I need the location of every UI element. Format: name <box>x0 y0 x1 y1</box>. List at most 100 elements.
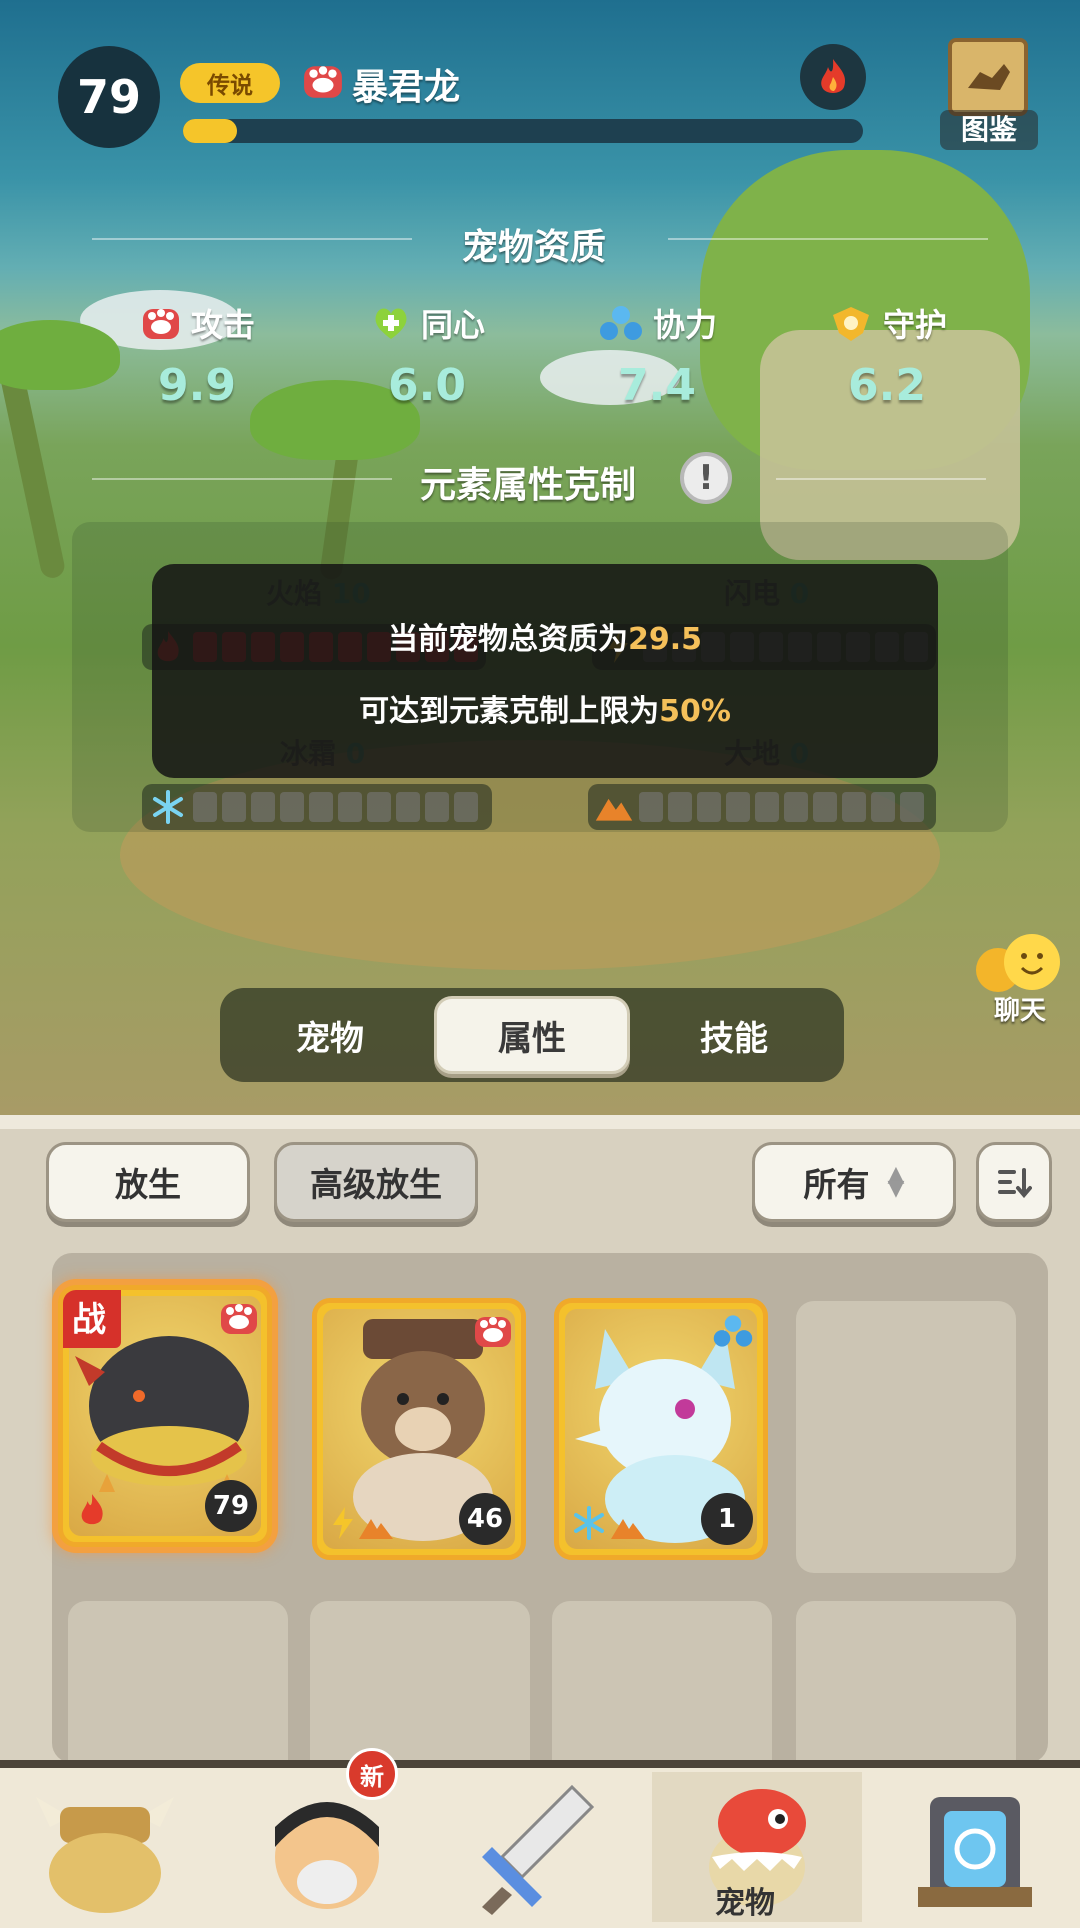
stat-cooperation: 协力 7.4 <box>552 300 762 411</box>
chat-button[interactable]: 聊天 <box>970 930 1070 1030</box>
gauge-segment <box>726 792 750 822</box>
paw-icon <box>475 1317 511 1347</box>
tooltip-total-aptitude: 当前宠物总资质为29.5 <box>387 622 703 657</box>
stat-guard: 守护 6.2 <box>782 300 992 411</box>
gauge-segment <box>842 792 866 822</box>
element-ice-gauge <box>142 784 492 830</box>
stat-value: 6.0 <box>388 360 466 411</box>
stat-label: 守护 <box>882 306 947 344</box>
gauge-segment <box>280 792 304 822</box>
gauge-segment <box>639 792 663 822</box>
stat-label: 攻击 <box>190 306 255 344</box>
gauge-segment <box>425 792 449 822</box>
gauge-segment <box>367 792 391 822</box>
nav-pets-label: 宠物 <box>715 1886 775 1921</box>
gauge-segment <box>251 792 275 822</box>
aptitude-title: 宠物资质 <box>462 227 607 268</box>
palm-trunk <box>0 359 67 581</box>
chat-label: 聊天 <box>993 996 1046 1026</box>
stat-label: 协力 <box>652 306 717 344</box>
pet-level: 1 <box>701 1493 753 1545</box>
ice-earth-icon <box>574 1506 645 1540</box>
codex-label: 图鉴 <box>940 110 1038 150</box>
gauge-segment <box>396 792 420 822</box>
nav-character[interactable] <box>222 1772 432 1922</box>
battle-tag: 战 <box>63 1290 121 1348</box>
nav-equipment[interactable] <box>432 1772 642 1922</box>
experience-bar <box>183 119 863 143</box>
pet-level: 79 <box>205 1480 257 1532</box>
team-icon <box>599 306 642 340</box>
codex-button[interactable]: 图鉴 <box>940 38 1038 150</box>
pet-level-badge: 79 <box>58 46 160 148</box>
snowflake-icon <box>153 790 183 824</box>
divider <box>776 478 986 480</box>
tooltip-restraint-cap: 可达到元素克制上限为50% <box>359 694 731 729</box>
shield-icon <box>832 307 869 341</box>
empty-slot <box>796 1301 1016 1573</box>
element-earth-gauge <box>588 784 936 830</box>
gauge-segment <box>871 792 895 822</box>
fire-icon <box>81 1494 103 1525</box>
element-restraint-title: 元素属性克制 <box>420 465 637 506</box>
pet-name: 暴君龙 <box>352 67 461 108</box>
filter-dropdown[interactable]: 所有 ▲ ▼ <box>752 1142 956 1222</box>
divider <box>92 478 392 480</box>
rarity-tag: 传说 <box>180 63 280 103</box>
panel-edge <box>0 1115 1080 1129</box>
gauge-segment <box>784 792 808 822</box>
gauge-segment <box>193 792 217 822</box>
stat-empathy: 同心 6.0 <box>322 300 532 411</box>
fire-icon <box>821 59 846 93</box>
tab-attributes[interactable]: 属性 <box>434 996 630 1074</box>
sort-button[interactable] <box>976 1142 1052 1222</box>
scroll-icon <box>948 38 1028 116</box>
aptitude-tooltip: 当前宠物总资质为29.5 可达到元素克制上限为50% <box>152 564 938 778</box>
updown-arrows-icon: ▲ ▼ <box>887 1162 905 1201</box>
sort-icon <box>998 1168 1032 1198</box>
nav-portal[interactable] <box>870 1772 1080 1922</box>
info-icon[interactable]: ! <box>680 452 732 504</box>
stat-attack: 攻击 9.9 <box>92 300 302 411</box>
portal-icon <box>918 1797 1032 1907</box>
paw-icon <box>304 66 342 98</box>
stat-label: 同心 <box>420 306 485 344</box>
gauge-segment <box>309 792 333 822</box>
filter-value: 所有 <box>803 1165 870 1204</box>
gauge-segment <box>813 792 837 822</box>
mountain-icon <box>595 798 633 821</box>
gauge-segment <box>900 792 924 822</box>
paw-icon <box>142 309 179 339</box>
detail-tabs: 宠物 属性 技能 <box>220 988 844 1082</box>
pet-card-bear[interactable]: 46 <box>312 1298 526 1560</box>
team-icon <box>713 1315 753 1347</box>
stat-value: 7.4 <box>618 360 696 411</box>
pet-card-tyrant-dragon[interactable]: 战 79 <box>58 1285 272 1547</box>
gauge-segment <box>755 792 779 822</box>
bottom-navigation <box>0 1760 1080 1928</box>
experience-fill <box>183 119 238 143</box>
release-button[interactable]: 放生 <box>46 1142 250 1222</box>
lightning-earth-icon <box>333 1507 393 1539</box>
pet-level: 46 <box>459 1493 511 1545</box>
element-fire-button[interactable] <box>800 44 866 110</box>
gauge-segment <box>454 792 478 822</box>
divider <box>668 238 988 240</box>
gauge-segment <box>338 792 362 822</box>
tab-skills[interactable]: 技能 <box>636 996 832 1074</box>
gauge-segment <box>222 792 246 822</box>
divider <box>92 238 412 240</box>
nav-hero[interactable] <box>0 1772 210 1922</box>
stat-value: 9.9 <box>158 360 236 411</box>
viking-helmet-icon <box>36 1797 174 1913</box>
gauge-segment <box>697 792 721 822</box>
stat-value: 6.2 <box>848 360 926 411</box>
sword-icon <box>482 1784 595 1915</box>
heart-plus-icon <box>375 308 407 339</box>
advanced-release-button[interactable]: 高级放生 <box>274 1142 478 1222</box>
tab-pet[interactable]: 宠物 <box>232 996 428 1074</box>
pet-card-ice-wolf[interactable]: 1 <box>554 1298 768 1560</box>
gauge-segment <box>668 792 692 822</box>
new-badge: 新 <box>346 1748 398 1800</box>
paw-icon <box>221 1304 257 1334</box>
